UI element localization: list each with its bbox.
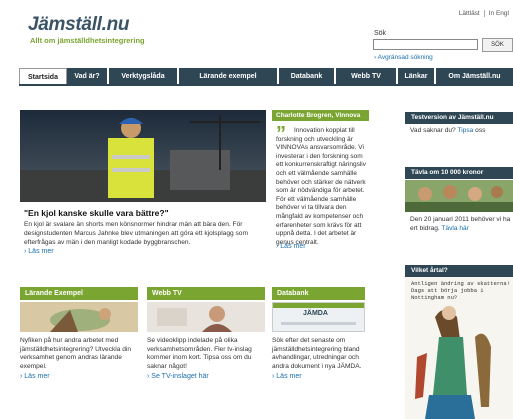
box-read-more[interactable]: › Läs mer bbox=[272, 373, 365, 380]
hero-text: En kjol är svalare än shorts men könsnor… bbox=[24, 221, 248, 246]
year-header: Vilket årtal? bbox=[405, 265, 513, 277]
box-title: Databank bbox=[272, 287, 365, 300]
test-version-text: Vad saknar du? Tipsa oss bbox=[410, 127, 513, 136]
nav-vad-ar[interactable]: Vad är? bbox=[67, 68, 109, 85]
nav-startsida[interactable]: Startsida bbox=[19, 68, 67, 85]
box-read-more-label: Läs mer bbox=[276, 373, 302, 381]
box-larande-exempel: Lärande Exempel Nyfiken på hur andra arb… bbox=[20, 287, 138, 380]
search-button[interactable]: SÖK bbox=[482, 38, 513, 52]
top-links: Lättläst In Engl bbox=[455, 10, 513, 17]
site-tagline: Allt om jämställdhetsintegrering bbox=[30, 36, 145, 45]
contest-link[interactable]: Tävla här bbox=[441, 225, 469, 232]
box-read-more-label: Läs mer bbox=[24, 373, 50, 381]
quote-header: Charlotte Brogren, Vinnova bbox=[272, 110, 369, 121]
quote-text: Innovation kopplat till forskning och ut… bbox=[276, 127, 366, 246]
quote-read-more-label: Läs mer bbox=[280, 243, 306, 250]
jamda-line bbox=[281, 322, 356, 325]
box-read-more[interactable]: › Läs mer bbox=[20, 373, 138, 380]
english-link[interactable]: In Engl bbox=[483, 10, 513, 17]
easy-read-link[interactable]: Lättläst bbox=[455, 10, 484, 17]
main-nav: Startsida Vad är? Verktygslåda Lärande e… bbox=[19, 68, 513, 85]
box-tv-link[interactable]: › Se TV-inslaget här bbox=[147, 373, 265, 380]
hero-read-more[interactable]: › Läs mer bbox=[24, 248, 54, 255]
contest-image[interactable] bbox=[405, 180, 513, 212]
nav-divider bbox=[19, 84, 513, 86]
hero-title[interactable]: "En kjol kanske skulle vara bättre?" bbox=[24, 208, 169, 218]
box-image[interactable] bbox=[147, 302, 265, 332]
box-text: Sök efter det senaste om jämställdhetsin… bbox=[272, 337, 362, 370]
test-version-question: Vad saknar du? bbox=[410, 127, 456, 134]
box-title: Webb TV bbox=[147, 287, 265, 300]
box-webb-tv: Webb TV Se videoklipp indelade på olika … bbox=[147, 287, 265, 380]
search-input[interactable] bbox=[373, 39, 478, 50]
hero-image[interactable] bbox=[20, 110, 266, 202]
nav-lankar[interactable]: Länkar bbox=[398, 68, 436, 85]
box-image[interactable]: JÄMDA bbox=[272, 302, 365, 332]
nav-databank[interactable]: Databank bbox=[279, 68, 336, 85]
quote-read-more[interactable]: › Läs mer bbox=[276, 243, 306, 250]
contest-header: Tävla om 10 000 kronor bbox=[405, 167, 513, 179]
box-tv-link-label: Se TV-inslaget här bbox=[151, 373, 209, 381]
jamda-banner bbox=[273, 303, 364, 308]
box-text: Se videoklipp indelade på olika verksamh… bbox=[147, 337, 252, 370]
nav-verktygslada[interactable]: Verktygslåda bbox=[109, 68, 179, 85]
test-version-tail: oss bbox=[475, 127, 486, 134]
hero-read-more-label: Läs mer bbox=[28, 248, 54, 255]
nav-larande-exempel[interactable]: Lärande exempel bbox=[179, 68, 279, 85]
nav-webb-tv[interactable]: Webb TV bbox=[336, 68, 398, 85]
box-image[interactable] bbox=[20, 302, 138, 332]
box-databank: Databank JÄMDA Sök efter det senaste om … bbox=[272, 287, 365, 380]
tipsa-link[interactable]: Tipsa bbox=[457, 127, 473, 134]
year-image[interactable]: Antligen ändring av skatterna! Dags att … bbox=[405, 277, 513, 419]
box-text: Nyfiken på hur andra arbetet med jämstäl… bbox=[20, 337, 132, 370]
search-label: Sök bbox=[374, 30, 387, 37]
jamda-label: JÄMDA bbox=[303, 310, 328, 317]
test-version-header: Testversion av Jämställ.nu bbox=[405, 112, 513, 124]
contest-text: Den 20 januari 2011 behöver vi ha ert bi… bbox=[410, 216, 513, 234]
advanced-search-label: Avgränsad sökning bbox=[377, 54, 433, 61]
advanced-search-link[interactable]: › Avgränsad sökning bbox=[374, 54, 433, 61]
nav-om[interactable]: Om Jämställ.nu bbox=[436, 68, 513, 85]
box-title: Lärande Exempel bbox=[20, 287, 138, 300]
site-logo[interactable]: Jämställ.nu bbox=[28, 14, 130, 36]
